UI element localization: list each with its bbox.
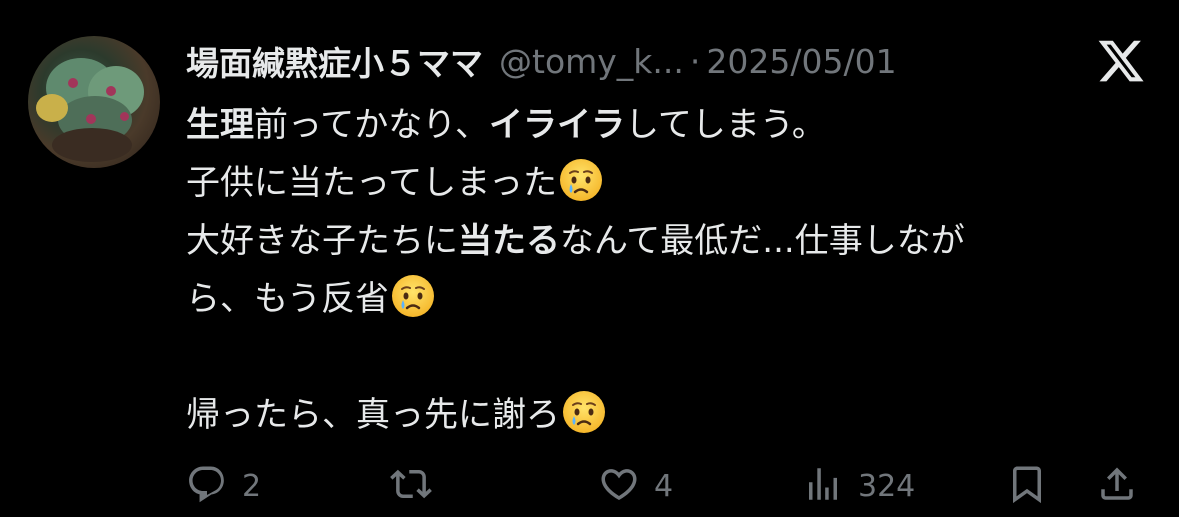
share-button[interactable]: [1096, 462, 1138, 510]
tweet-text: 生理前ってかなり、イライラしてしまう。 子供に当たってしまった 大好きな子たちに当た…: [186, 96, 1156, 444]
like-button[interactable]: 4: [598, 462, 673, 510]
tweet-text-bold: 生理: [186, 105, 254, 145]
bookmark-icon: [1006, 463, 1048, 509]
retweet-button[interactable]: [390, 462, 432, 510]
author-handle[interactable]: @tomy_k...: [499, 42, 684, 81]
tweet-header: 場面緘黙症小５ママ @tomy_k... · 2025/05/01: [186, 36, 1049, 86]
like-icon: [598, 463, 640, 509]
tweet-line: 帰ったら、真っ先に謝ろ: [186, 386, 1156, 444]
avatar[interactable]: [28, 36, 160, 168]
x-logo-icon[interactable]: [1096, 36, 1146, 86]
views-icon: [802, 463, 844, 509]
tweet-text-bold: 当たる: [458, 221, 560, 261]
tweet-line: 子供に当たってしまった: [186, 154, 1156, 212]
tweet-text-segment: 帰ったら、真っ先に謝ろ: [186, 395, 560, 435]
tweet-line: ら、もう反省: [186, 270, 1156, 328]
separator-dot: ·: [689, 41, 701, 81]
tweet-text-segment: 大好きな子たちに: [186, 221, 458, 261]
crying-face-emoji: [560, 388, 608, 436]
views-button[interactable]: 324: [802, 462, 915, 510]
reply-icon: [186, 463, 228, 509]
tweet-text-segment: してしまう。: [624, 105, 826, 145]
view-count: 324: [858, 468, 916, 504]
tweet-date[interactable]: 2025/05/01: [706, 42, 896, 81]
share-icon: [1096, 463, 1138, 509]
author-name[interactable]: 場面緘黙症小５ママ: [186, 37, 483, 85]
tweet-text-segment: 子供に当たってしまった: [186, 163, 557, 203]
reply-count: 2: [242, 468, 262, 504]
tweet-text-segment: 前ってかなり、: [254, 105, 489, 145]
retweet-icon: [390, 463, 432, 509]
tweet-text-segment: なんて最低だ...仕事しなが: [560, 221, 965, 261]
crying-face-emoji: [557, 156, 605, 204]
tweet-line: 生理前ってかなり、イライラしてしまう。: [186, 96, 1156, 154]
tweet-line: 大好きな子たちに当たるなんて最低だ...仕事しなが: [186, 212, 1156, 270]
like-count: 4: [654, 468, 674, 504]
bookmark-button[interactable]: [1006, 462, 1048, 510]
tweet-text-bold: イライラ: [488, 105, 625, 145]
crying-face-emoji: [389, 272, 437, 320]
reply-button[interactable]: 2: [186, 462, 261, 510]
action-bar: 2 4 324: [186, 462, 1146, 510]
tweet-text-segment: ら、もう反省: [186, 279, 389, 319]
